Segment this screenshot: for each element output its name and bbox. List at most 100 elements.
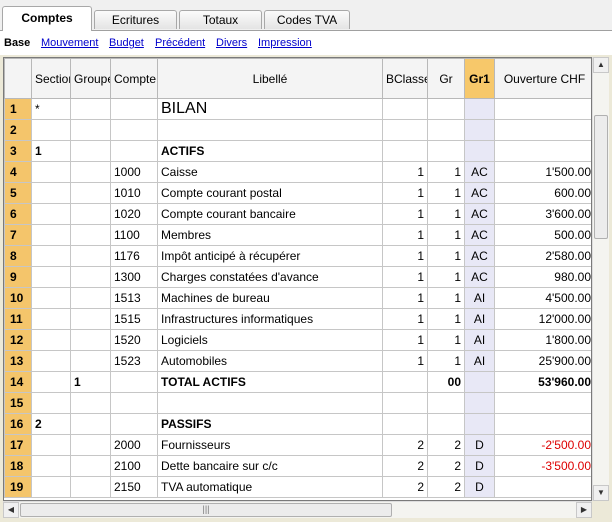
cell-compte[interactable]: 1515 bbox=[110, 308, 158, 330]
row-number[interactable]: 6 bbox=[4, 203, 32, 225]
cell-gr1[interactable]: AC bbox=[464, 245, 495, 267]
cell-gr[interactable]: 1 bbox=[427, 224, 465, 246]
cell-gr[interactable]: 1 bbox=[427, 203, 465, 225]
row-number[interactable]: 1 bbox=[4, 98, 32, 120]
cell-groupe[interactable] bbox=[70, 140, 111, 162]
row-number[interactable]: 17 bbox=[4, 434, 32, 456]
cell-bclasse[interactable] bbox=[382, 413, 428, 435]
cell-compte[interactable]: 1513 bbox=[110, 287, 158, 309]
cell-groupe[interactable] bbox=[70, 161, 111, 183]
cell-compte[interactable]: 1520 bbox=[110, 329, 158, 351]
table-row[interactable]: 14 1 TOTAL ACTIFS 00 53'960.00 bbox=[4, 371, 591, 393]
cell-gr[interactable]: 1 bbox=[427, 182, 465, 204]
cell-section[interactable] bbox=[31, 476, 71, 498]
cell-section[interactable] bbox=[31, 245, 71, 267]
col-header-bclasse[interactable]: BClasse bbox=[382, 58, 428, 99]
cell-gr[interactable] bbox=[427, 140, 465, 162]
cell-groupe[interactable] bbox=[70, 308, 111, 330]
scroll-up-icon[interactable]: ▲ bbox=[593, 57, 609, 73]
horizontal-scrollbar[interactable]: ◀ ||| ▶ bbox=[3, 501, 592, 518]
cell-gr[interactable] bbox=[427, 98, 465, 120]
cell-groupe[interactable] bbox=[70, 455, 111, 477]
cell-ouverture[interactable] bbox=[494, 392, 591, 414]
cell-ouverture[interactable]: -3'500.00 bbox=[494, 455, 591, 477]
scroll-left-icon[interactable]: ◀ bbox=[3, 502, 19, 518]
cell-compte[interactable]: 1010 bbox=[110, 182, 158, 204]
cell-groupe[interactable] bbox=[70, 413, 111, 435]
row-number[interactable]: 9 bbox=[4, 266, 32, 288]
cell-gr1[interactable]: D bbox=[464, 455, 495, 477]
scroll-right-icon[interactable]: ▶ bbox=[576, 502, 592, 518]
cell-libelle[interactable]: Caisse bbox=[157, 161, 383, 183]
cell-ouverture[interactable]: 500.00 bbox=[494, 224, 591, 246]
cell-ouverture[interactable]: 53'960.00 bbox=[494, 371, 591, 393]
cell-section[interactable] bbox=[31, 119, 71, 141]
cell-section[interactable] bbox=[31, 161, 71, 183]
col-header-gr1[interactable]: Gr1 bbox=[464, 58, 495, 99]
cell-section[interactable] bbox=[31, 434, 71, 456]
table-row[interactable]: 6 1020 Compte courant bancaire 1 1 AC 3'600.00 bbox=[4, 203, 591, 225]
table-row[interactable]: 1 * BILAN bbox=[4, 98, 591, 120]
cell-compte[interactable] bbox=[110, 119, 158, 141]
cell-bclasse[interactable] bbox=[382, 371, 428, 393]
cell-bclasse[interactable]: 1 bbox=[382, 350, 428, 372]
cell-ouverture[interactable]: 2'580.00 bbox=[494, 245, 591, 267]
cell-compte[interactable]: 1100 bbox=[110, 224, 158, 246]
cell-libelle[interactable] bbox=[157, 119, 383, 141]
cell-groupe[interactable] bbox=[70, 203, 111, 225]
cell-gr[interactable]: 1 bbox=[427, 266, 465, 288]
cell-bclasse[interactable] bbox=[382, 98, 428, 120]
cell-groupe[interactable] bbox=[70, 434, 111, 456]
tab-totaux[interactable]: Totaux bbox=[179, 10, 262, 29]
cell-gr[interactable]: 1 bbox=[427, 245, 465, 267]
cell-groupe[interactable] bbox=[70, 245, 111, 267]
vertical-scroll-thumb[interactable] bbox=[594, 115, 608, 239]
row-number[interactable]: 15 bbox=[4, 392, 32, 414]
cell-ouverture[interactable]: 980.00 bbox=[494, 266, 591, 288]
cell-compte[interactable]: 1000 bbox=[110, 161, 158, 183]
cell-groupe[interactable] bbox=[70, 266, 111, 288]
cell-libelle[interactable]: Fournisseurs bbox=[157, 434, 383, 456]
cell-libelle[interactable]: Compte courant postal bbox=[157, 182, 383, 204]
cell-section[interactable] bbox=[31, 308, 71, 330]
cell-section[interactable]: * bbox=[31, 98, 71, 120]
cell-ouverture[interactable]: 4'500.00 bbox=[494, 287, 591, 309]
cell-gr1[interactable]: AI bbox=[464, 329, 495, 351]
cell-groupe[interactable] bbox=[70, 119, 111, 141]
cell-bclasse[interactable]: 1 bbox=[382, 161, 428, 183]
cell-libelle[interactable]: Membres bbox=[157, 224, 383, 246]
row-number[interactable]: 4 bbox=[4, 161, 32, 183]
view-divers-link[interactable]: Divers bbox=[216, 37, 247, 49]
cell-gr1[interactable] bbox=[464, 413, 495, 435]
cell-gr[interactable]: 2 bbox=[427, 455, 465, 477]
cell-groupe[interactable] bbox=[70, 224, 111, 246]
cell-section[interactable] bbox=[31, 266, 71, 288]
cell-section[interactable] bbox=[31, 455, 71, 477]
cell-gr[interactable]: 1 bbox=[427, 350, 465, 372]
cell-libelle[interactable]: PASSIFS bbox=[157, 413, 383, 435]
table-row[interactable]: 15 bbox=[4, 392, 591, 414]
cell-groupe[interactable] bbox=[70, 350, 111, 372]
cell-gr1[interactable] bbox=[464, 392, 495, 414]
cell-gr1[interactable]: D bbox=[464, 434, 495, 456]
view-base[interactable]: Base bbox=[4, 37, 30, 49]
cell-gr[interactable] bbox=[427, 119, 465, 141]
view-impression-link[interactable]: Impression bbox=[258, 37, 312, 49]
cell-section[interactable] bbox=[31, 350, 71, 372]
cell-compte[interactable] bbox=[110, 413, 158, 435]
cell-bclasse[interactable] bbox=[382, 392, 428, 414]
row-number[interactable]: 7 bbox=[4, 224, 32, 246]
cell-compte[interactable]: 2100 bbox=[110, 455, 158, 477]
table-row[interactable]: 12 1520 Logiciels 1 1 AI 1'800.00 bbox=[4, 329, 591, 351]
cell-compte[interactable]: 1176 bbox=[110, 245, 158, 267]
cell-ouverture[interactable]: -2'500.00 bbox=[494, 434, 591, 456]
cell-compte[interactable] bbox=[110, 98, 158, 120]
cell-libelle[interactable] bbox=[157, 392, 383, 414]
cell-gr1[interactable]: D bbox=[464, 476, 495, 498]
row-number[interactable]: 8 bbox=[4, 245, 32, 267]
tab-codes-tva[interactable]: Codes TVA bbox=[264, 10, 350, 29]
cell-compte[interactable] bbox=[110, 371, 158, 393]
cell-gr[interactable]: 2 bbox=[427, 434, 465, 456]
cell-compte[interactable]: 2000 bbox=[110, 434, 158, 456]
row-number[interactable]: 13 bbox=[4, 350, 32, 372]
